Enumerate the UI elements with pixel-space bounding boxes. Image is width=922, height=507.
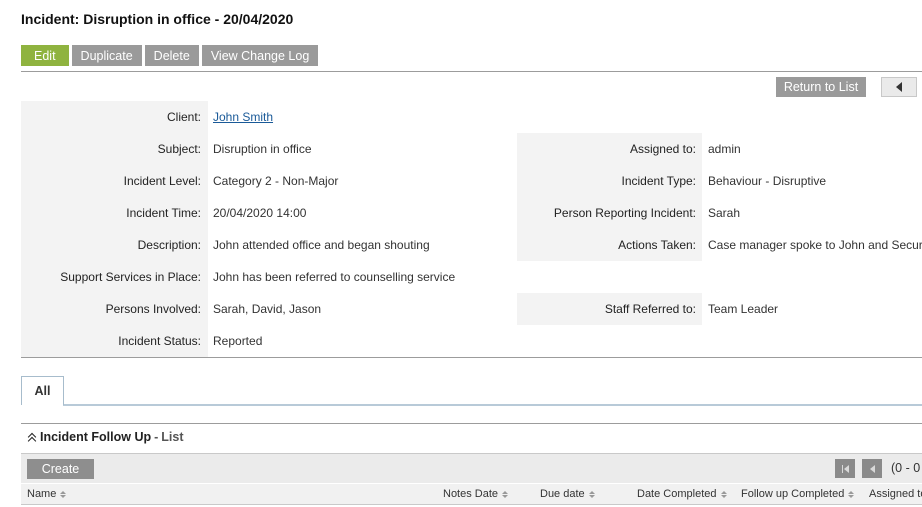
section-divider xyxy=(21,423,922,424)
column-header-name[interactable]: Name xyxy=(27,488,67,500)
actions-taken-label: Actions Taken: xyxy=(517,229,702,261)
detail-row-status: Incident Status: Reported xyxy=(21,325,922,357)
followup-title: Incident Follow Up xyxy=(40,430,152,444)
client-link[interactable]: John Smith xyxy=(208,101,517,133)
description-label: Description: xyxy=(21,229,208,261)
followup-table-header: Name Notes Date Due date Date Completed … xyxy=(21,484,922,505)
followup-subtitle: List xyxy=(161,430,184,444)
detail-row-support: Support Services in Place: John has been… xyxy=(21,261,922,293)
sort-icon xyxy=(588,490,595,498)
incident-type-value: Behaviour - Disruptive xyxy=(708,174,827,188)
incident-status-label: Incident Status: xyxy=(21,325,208,357)
incident-level-label: Incident Level: xyxy=(21,165,208,197)
incident-time-label: Incident Time: xyxy=(21,197,208,229)
details-divider xyxy=(21,357,922,358)
action-toolbar: Edit Duplicate Delete View Change Log xyxy=(21,45,319,66)
actions-taken-value: Case manager spoke to John and Security xyxy=(708,238,922,252)
persons-involved-label: Persons Involved: xyxy=(21,293,208,325)
subject-label: Subject: xyxy=(21,133,208,165)
followup-separator: - xyxy=(154,430,159,444)
create-button[interactable]: Create xyxy=(27,459,94,479)
detail-row-description: Description: John attended office and be… xyxy=(21,229,922,261)
description-value: John attended office and began shouting xyxy=(213,238,430,252)
detail-row-subject: Subject: Disruption in office Assigned t… xyxy=(21,133,922,165)
support-services-label: Support Services in Place: xyxy=(21,261,208,293)
person-reporting-label: Person Reporting Incident: xyxy=(517,197,702,229)
first-page-icon xyxy=(841,464,843,473)
duplicate-button[interactable]: Duplicate xyxy=(71,45,142,66)
toolbar-divider xyxy=(21,71,922,72)
staff-referred-label: Staff Referred to: xyxy=(517,293,702,325)
detail-row-level: Incident Level: Category 2 - Non-Major I… xyxy=(21,165,922,197)
person-reporting-value: Sarah xyxy=(708,206,741,220)
client-label: Client: xyxy=(21,101,208,133)
incident-level-value: Category 2 - Non-Major xyxy=(213,174,339,188)
tab-all[interactable]: All xyxy=(21,376,64,405)
subject-value: Disruption in office xyxy=(213,142,312,156)
staff-referred-value: Team Leader xyxy=(708,302,779,316)
column-header-notes-date[interactable]: Notes Date xyxy=(443,488,509,500)
followup-section-header[interactable]: Incident Follow Up - List xyxy=(27,430,184,444)
page-title: Incident: Disruption in office - 20/04/2… xyxy=(21,11,294,27)
incident-type-label: Incident Type: xyxy=(517,165,702,197)
sort-icon xyxy=(848,490,855,498)
first-page-button[interactable] xyxy=(835,459,855,478)
incident-status-value: Reported xyxy=(213,334,263,348)
previous-page-icon xyxy=(869,464,875,473)
tab-underline xyxy=(63,404,922,406)
view-change-log-button[interactable]: View Change Log xyxy=(201,45,319,66)
assigned-to-label: Assigned to: xyxy=(517,133,702,165)
incident-details: Client: John Smith Subject: Disruption i… xyxy=(21,101,922,357)
column-header-due-date[interactable]: Due date xyxy=(540,488,595,500)
edit-button[interactable]: Edit xyxy=(21,45,69,66)
sort-icon xyxy=(60,490,67,498)
collapse-chevron-up-icon[interactable] xyxy=(27,432,37,442)
support-services-value: John has been referred to counselling se… xyxy=(213,270,456,284)
previous-record-button[interactable] xyxy=(881,77,917,97)
delete-button[interactable]: Delete xyxy=(144,45,199,66)
column-header-follow-up-completed[interactable]: Follow up Completed xyxy=(741,488,855,500)
column-header-date-completed[interactable]: Date Completed xyxy=(637,488,727,500)
triangle-left-icon xyxy=(896,82,902,92)
detail-row-persons: Persons Involved: Sarah, David, Jason St… xyxy=(21,293,922,325)
detail-row-time: Incident Time: 20/04/2020 14:00 Person R… xyxy=(21,197,922,229)
sort-icon xyxy=(502,490,509,498)
persons-involved-value: Sarah, David, Jason xyxy=(213,302,322,316)
incident-time-value: 20/04/2020 14:00 xyxy=(213,206,307,220)
detail-row-client: Client: John Smith xyxy=(21,101,922,133)
previous-page-button[interactable] xyxy=(862,459,882,478)
tab-bar: All xyxy=(21,376,64,405)
pagination-count: (0 - 0 xyxy=(891,461,921,475)
assigned-to-value: admin xyxy=(708,142,741,156)
followup-list-toolbar: Create (0 - 0 xyxy=(21,453,922,483)
return-to-list-button[interactable]: Return to List xyxy=(776,77,866,97)
sort-icon xyxy=(720,490,727,498)
column-header-assigned-to[interactable]: Assigned to xyxy=(869,488,922,500)
